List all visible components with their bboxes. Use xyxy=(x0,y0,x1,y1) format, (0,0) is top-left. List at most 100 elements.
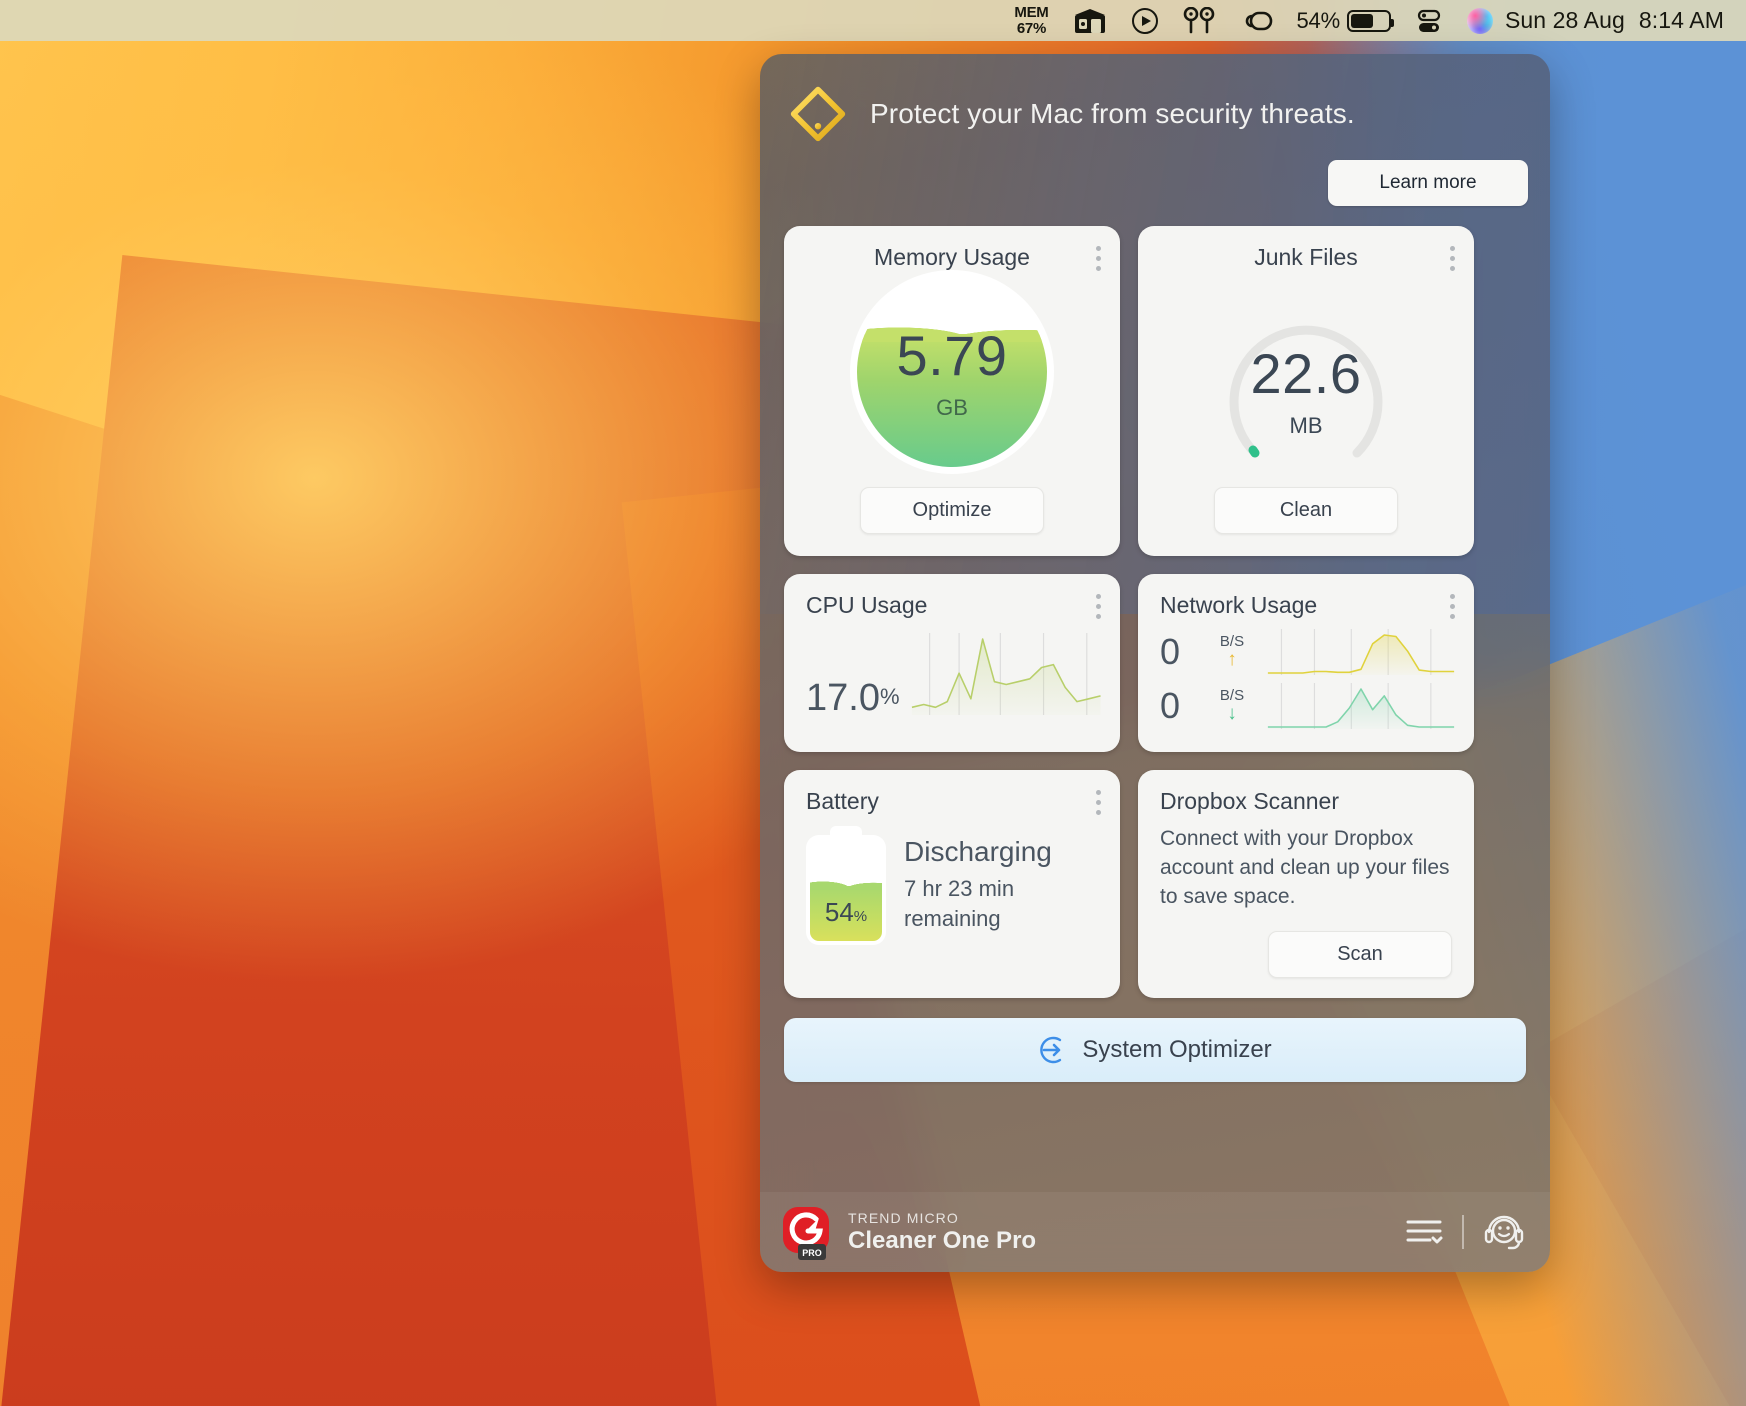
cpu-usage-card[interactable]: CPU Usage 17.0% xyxy=(784,574,1120,752)
play-circle-icon-glyph xyxy=(1131,7,1158,34)
trend-micro-logo: PRO xyxy=(782,1206,834,1260)
brand-company: TREND MICRO xyxy=(848,1209,959,1226)
junk-gauge: 22.6 MB xyxy=(1138,281,1474,477)
dropbox-scanner-card[interactable]: Dropbox Scanner Connect with your Dropbo… xyxy=(1138,770,1474,998)
network-usage-title: Network Usage xyxy=(1160,592,1318,618)
dropbox-scanner-title: Dropbox Scanner xyxy=(1160,788,1339,814)
menu-bar: MEM 67% 54% Sun 28 Aug 8:14 AM xyxy=(0,0,1746,41)
junk-files-value: 22.6 xyxy=(1250,342,1362,405)
arrow-down-icon: ↓ xyxy=(1227,703,1237,725)
battery-remaining: 7 hr 23 min remaining xyxy=(904,874,1052,933)
menubar-mem-label: MEM xyxy=(1014,3,1049,21)
brand-product: Cleaner One Pro xyxy=(848,1226,1037,1254)
cpu-usage-unit: % xyxy=(879,684,900,709)
cleaner-one-pro-popup: Protect your Mac from security threats. … xyxy=(760,54,1550,1272)
memory-gauge-circle: 5.79 GB xyxy=(857,277,1047,467)
link-chain-icon-glyph xyxy=(1245,11,1272,30)
battery-body: 54% xyxy=(810,839,882,941)
memory-usage-value: 5.79 xyxy=(896,324,1008,387)
pro-badge: PRO xyxy=(798,1244,826,1260)
battery-cap xyxy=(833,829,859,839)
battery-remaining-line2: remaining xyxy=(904,906,1001,931)
kebab-menu-icon[interactable] xyxy=(1096,246,1102,271)
learn-more-row: Learn more xyxy=(760,144,1550,206)
list-menu-chevron-icon[interactable] xyxy=(1404,1215,1444,1249)
junk-files-title: Junk Files xyxy=(1254,244,1358,270)
learn-more-button[interactable]: Learn more xyxy=(1328,160,1528,206)
cpu-sparkline-chart xyxy=(911,633,1101,715)
battery-title: Battery xyxy=(806,788,879,814)
clean-button[interactable]: Clean xyxy=(1214,487,1398,534)
menubar-memory-stat[interactable]: MEM 67% xyxy=(1002,0,1060,41)
cpu-usage-value-group: 17.0% xyxy=(806,679,900,717)
control-center-icon[interactable] xyxy=(1403,0,1455,41)
optimize-button[interactable]: Optimize xyxy=(860,487,1044,534)
control-center-icon-glyph xyxy=(1417,9,1441,32)
cpu-usage-title: CPU Usage xyxy=(806,592,928,618)
network-upload-unit-group: B/S ↑ xyxy=(1204,632,1260,671)
network-download-row: 0 B/S ↓ xyxy=(1160,679,1458,733)
battery-text: Discharging 7 hr 23 min remaining xyxy=(904,836,1052,933)
junk-files-card[interactable]: Junk Files 22.6 MB Clean xyxy=(1138,226,1474,556)
play-circle-icon[interactable] xyxy=(1119,0,1171,41)
scan-button[interactable]: Scan xyxy=(1268,931,1452,978)
battery-remaining-line1: 7 hr 23 min xyxy=(904,876,1015,902)
menubar-date: Sun 28 Aug xyxy=(1504,7,1625,33)
battery-fill-wave xyxy=(810,875,882,890)
kebab-menu-icon[interactable] xyxy=(1096,594,1102,619)
brand-text: TREND MICRO Cleaner One Pro xyxy=(848,1210,1036,1255)
menubar-battery-percent: 54% xyxy=(1296,7,1341,33)
wallet-icon-glyph xyxy=(1074,8,1105,33)
system-optimizer-label: System Optimizer xyxy=(1082,1036,1272,1063)
battery-percent-group: 54% xyxy=(810,897,882,928)
panel-body: Protect your Mac from security threats. … xyxy=(760,54,1550,1082)
arrow-up-icon: ↑ xyxy=(1227,649,1237,671)
menubar-clock[interactable]: Sun 28 Aug 8:14 AM xyxy=(1505,7,1746,34)
alert-diamond-icon xyxy=(790,86,846,142)
support-headset-smiley-icon-glyph xyxy=(1484,1215,1524,1250)
network-usage-card[interactable]: Network Usage 0 B/S ↑ 0 B/S ↓ xyxy=(1138,574,1474,752)
system-optimizer-button[interactable]: System Optimizer xyxy=(784,1018,1526,1082)
siri-orb-glyph xyxy=(1466,7,1493,34)
battery-percent-value: 54 xyxy=(824,897,854,927)
footer-divider xyxy=(1462,1215,1464,1249)
network-download-unit-group: B/S ↓ xyxy=(1204,686,1260,725)
menubar-time: 8:14 AM xyxy=(1638,7,1724,33)
support-headset-smiley-icon[interactable] xyxy=(1482,1210,1526,1254)
kebab-menu-icon[interactable] xyxy=(1450,246,1456,271)
battery-state: Discharging xyxy=(904,836,1052,868)
siri-icon[interactable] xyxy=(1455,0,1505,41)
memory-usage-unit: GB xyxy=(936,395,968,420)
airpods-icon-glyph xyxy=(1183,6,1214,33)
memory-gauge: 5.79 GB xyxy=(784,277,1120,467)
battery-icon xyxy=(1346,9,1394,32)
brand-block: PRO TREND MICRO Cleaner One Pro xyxy=(782,1206,1036,1260)
panel-headline: Protect your Mac from security threats. xyxy=(870,98,1355,129)
network-download-value: 0 xyxy=(1160,685,1181,726)
network-download-unit: B/S xyxy=(1219,686,1245,704)
network-download-sparkline-chart xyxy=(1267,683,1455,729)
kebab-menu-icon[interactable] xyxy=(1450,594,1456,619)
link-chain-icon[interactable] xyxy=(1227,0,1285,41)
airpods-icon[interactable] xyxy=(1171,0,1227,41)
battery-fill xyxy=(1350,13,1373,28)
kebab-menu-icon[interactable] xyxy=(1096,790,1102,815)
menubar-battery[interactable]: 54% xyxy=(1285,0,1403,41)
arrow-into-circle-icon xyxy=(1040,1036,1062,1064)
dashboard-cards-grid: Memory Usage 5.79 GB Optimize Junk Files xyxy=(760,206,1550,998)
panel-footer: PRO TREND MICRO Cleaner One Pro xyxy=(760,1192,1550,1272)
network-upload-sparkline-chart xyxy=(1267,629,1455,675)
battery-percent-symbol: % xyxy=(853,908,868,925)
memory-usage-card[interactable]: Memory Usage 5.79 GB Optimize xyxy=(784,226,1120,556)
battery-card[interactable]: Battery 54% Discharging 7 hr 23 min rema… xyxy=(784,770,1120,998)
dropbox-scanner-description: Connect with your Dropbox account and cl… xyxy=(1160,827,1450,908)
cpu-usage-value: 17.0 xyxy=(806,677,880,719)
network-rows: 0 B/S ↑ 0 B/S ↓ xyxy=(1138,619,1474,733)
wallet-icon[interactable] xyxy=(1061,0,1119,41)
junk-files-unit: MB xyxy=(1289,413,1323,438)
network-upload-unit: B/S xyxy=(1219,632,1245,650)
memory-usage-title: Memory Usage xyxy=(874,244,1030,270)
battery-icon: 54% xyxy=(810,829,882,941)
panel-header: Protect your Mac from security threats. xyxy=(760,54,1550,144)
network-upload-row: 0 B/S ↑ xyxy=(1160,625,1458,679)
